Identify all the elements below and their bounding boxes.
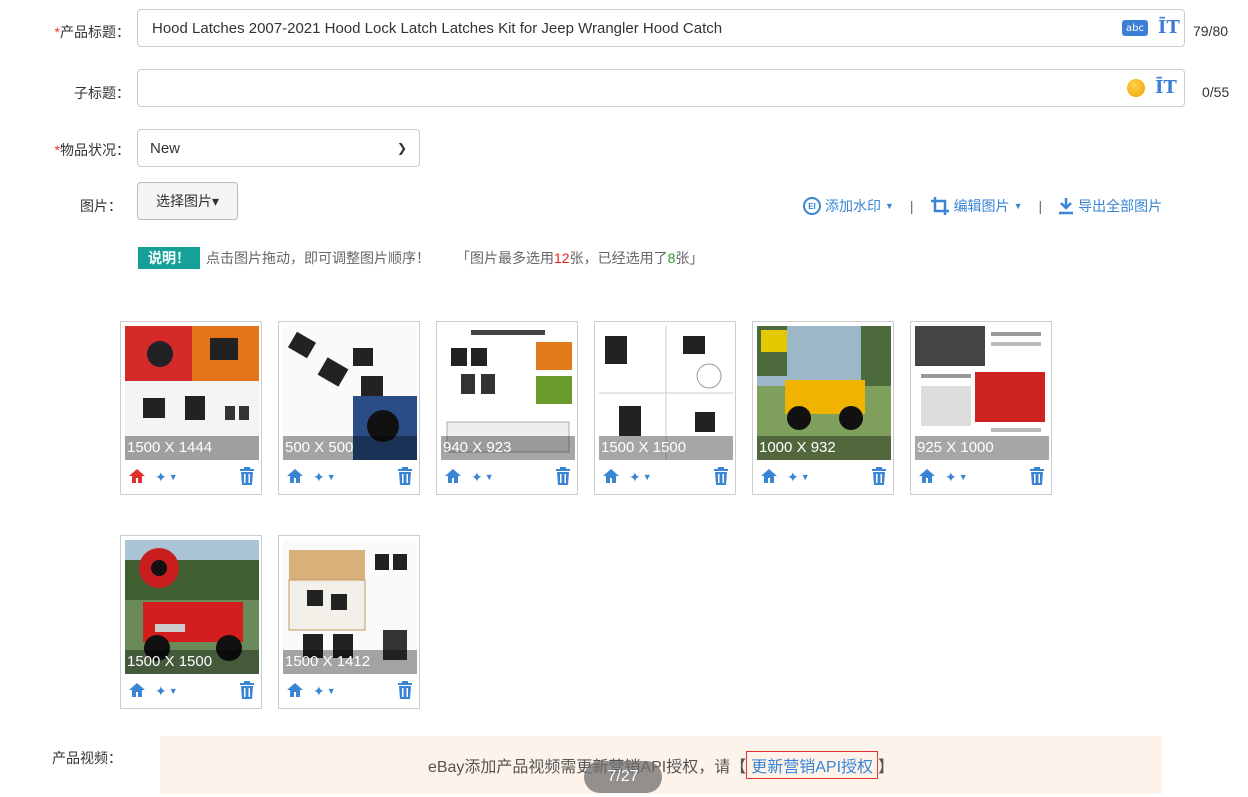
set-main-home-icon[interactable] bbox=[757, 466, 779, 489]
edit-images-label: 编辑图片 bbox=[953, 198, 1010, 214]
image-actions: ✦ ▼ bbox=[125, 678, 259, 704]
image-actions: ✦ ▼ bbox=[757, 464, 891, 490]
image-thumbnail[interactable]: 940 X 923 ✦ ▼ bbox=[436, 321, 578, 495]
image-size-label: 925 X 1000 bbox=[915, 436, 1049, 460]
set-main-home-icon[interactable] bbox=[441, 466, 463, 489]
note-limit-prefix: 「图片最多选用 bbox=[456, 250, 554, 266]
set-main-home-icon[interactable] bbox=[599, 466, 621, 489]
video-message-close: 】 bbox=[878, 759, 895, 776]
text-size-icon[interactable]: ĪT bbox=[1158, 19, 1180, 37]
edit-images-button[interactable]: 编辑图片 ▼ bbox=[930, 196, 1023, 216]
image-thumbnail[interactable]: 1500 X 1444 ✦ ▼ bbox=[120, 321, 262, 495]
image-size-label: 1500 X 1500 bbox=[125, 650, 259, 674]
image-size-label: 1500 X 1444 bbox=[125, 436, 259, 460]
image-size-label: 940 X 923 bbox=[441, 436, 575, 460]
image-actions: ✦ ▼ bbox=[599, 464, 733, 490]
set-main-home-icon[interactable] bbox=[283, 680, 305, 703]
note-limit-suffix: 张」 bbox=[675, 250, 704, 266]
magic-wand-icon[interactable]: ✦ ▼ bbox=[313, 683, 336, 700]
note-badge: 说明！ bbox=[138, 247, 200, 269]
toolbar-separator: | bbox=[909, 198, 914, 214]
set-main-home-icon[interactable] bbox=[915, 466, 937, 489]
subtitle-label: 子标题： bbox=[74, 85, 130, 101]
add-watermark-button[interactable]: EI 添加水印 ▼ bbox=[803, 196, 894, 216]
image-size-label: 1500 X 1412 bbox=[283, 650, 417, 674]
trash-icon[interactable] bbox=[239, 680, 259, 702]
magic-wand-icon[interactable]: ✦ ▼ bbox=[155, 469, 178, 486]
magic-wand-icon[interactable]: ✦ ▼ bbox=[945, 469, 968, 486]
update-api-auth-link[interactable]: 更新营销API授权 bbox=[746, 751, 879, 779]
subtitle-input[interactable] bbox=[137, 69, 1185, 107]
crop-icon bbox=[930, 197, 949, 215]
trash-icon[interactable] bbox=[239, 466, 259, 488]
magic-wand-icon[interactable]: ✦ ▼ bbox=[155, 683, 178, 700]
watermark-icon: EI bbox=[803, 197, 821, 215]
image-thumbnail[interactable]: 1500 X 1412 ✦ ▼ bbox=[278, 535, 420, 709]
title-label: *产品标题： bbox=[0, 22, 130, 42]
title-counter: 79/80 bbox=[1193, 23, 1229, 39]
export-images-button[interactable]: 导出全部图片 bbox=[1058, 196, 1162, 216]
trash-icon[interactable] bbox=[1029, 466, 1049, 488]
title-label-text: 产品标题： bbox=[60, 24, 130, 40]
watermark-label: 添加水印 bbox=[825, 198, 881, 214]
image-size-label: 500 X 500 bbox=[283, 436, 417, 460]
download-icon bbox=[1059, 198, 1074, 215]
image-actions: ✦ ▼ bbox=[283, 678, 417, 704]
image-thumbnail[interactable]: 1000 X 932 ✦ ▼ bbox=[752, 321, 894, 495]
trash-icon[interactable] bbox=[397, 466, 417, 488]
note-text: 点击图片拖动，即可调整图片顺序！ bbox=[206, 250, 430, 266]
caret-down-icon: ▼ bbox=[1013, 201, 1023, 211]
title-input-icons: abc ĪT bbox=[1122, 19, 1180, 37]
page-indicator: 7/27 bbox=[584, 761, 662, 793]
trash-icon[interactable] bbox=[713, 466, 733, 488]
condition-label-text: 物品状况： bbox=[60, 142, 130, 158]
magic-wand-icon[interactable]: ✦ ▼ bbox=[629, 469, 652, 486]
image-toolbar: EI 添加水印 ▼ | 编辑图片 ▼ | 导出全部图片 bbox=[803, 196, 1162, 216]
magic-wand-icon[interactable]: ✦ ▼ bbox=[313, 469, 336, 486]
main-image-home-icon[interactable] bbox=[125, 466, 147, 489]
trash-icon[interactable] bbox=[397, 680, 417, 702]
note-limit-mid: 张，已经选用了 bbox=[569, 250, 668, 266]
text-size-icon[interactable]: ĪT bbox=[1155, 79, 1177, 97]
image-thumbnail[interactable]: 500 X 500 ✦ ▼ bbox=[278, 321, 420, 495]
magic-wand-icon[interactable]: ✦ ▼ bbox=[471, 469, 494, 486]
subtitle-counter: 0/55 bbox=[1202, 84, 1230, 100]
subtitle-input-icons: ĪT bbox=[1127, 79, 1177, 97]
export-images-label: 导出全部图片 bbox=[1078, 198, 1163, 214]
set-main-home-icon[interactable] bbox=[125, 680, 147, 703]
magic-wand-icon[interactable]: ✦ ▼ bbox=[787, 469, 810, 486]
image-thumbnail[interactable]: 1500 X 1500 ✦ ▼ bbox=[594, 321, 736, 495]
choose-images-button[interactable]: 选择图片▾ bbox=[137, 182, 238, 220]
caret-down-icon: ▼ bbox=[885, 201, 894, 211]
condition-selected: New bbox=[150, 139, 181, 157]
image-thumbnail[interactable]: 925 X 1000 ✦ ▼ bbox=[910, 321, 1052, 495]
trash-icon[interactable] bbox=[871, 466, 891, 488]
toolbar-separator: | bbox=[1038, 198, 1043, 214]
condition-label: *物品状况： bbox=[0, 140, 130, 160]
image-note: 说明！ 点击图片拖动，即可调整图片顺序！ 「图片最多选用12张，已经选用了8张」 bbox=[138, 247, 703, 269]
video-panel: eBay添加产品视频需更新营销API授权，请【 更新营销API授权 】 bbox=[160, 736, 1162, 794]
abc-icon[interactable]: abc bbox=[1122, 20, 1148, 36]
image-thumbnail[interactable]: 1500 X 1500 ✦ ▼ bbox=[120, 535, 262, 709]
image-size-label: 1000 X 932 bbox=[757, 436, 891, 460]
note-max: 12 bbox=[554, 250, 570, 266]
trash-icon[interactable] bbox=[555, 466, 575, 488]
image-actions: ✦ ▼ bbox=[441, 464, 575, 490]
title-input[interactable] bbox=[137, 9, 1185, 47]
coin-icon[interactable] bbox=[1127, 79, 1145, 97]
note-limit: 「图片最多选用12张，已经选用了8张」 bbox=[456, 248, 703, 268]
chevron-down-icon: ❯ bbox=[396, 141, 407, 155]
condition-select[interactable]: New ❯ bbox=[137, 129, 420, 167]
images-label: 图片： bbox=[80, 198, 122, 214]
image-size-label: 1500 X 1500 bbox=[599, 436, 733, 460]
set-main-home-icon[interactable] bbox=[283, 466, 305, 489]
video-label: 产品视频： bbox=[52, 750, 122, 766]
image-actions: ✦ ▼ bbox=[125, 464, 259, 490]
image-actions: ✦ ▼ bbox=[915, 464, 1049, 490]
image-actions: ✦ ▼ bbox=[283, 464, 417, 490]
